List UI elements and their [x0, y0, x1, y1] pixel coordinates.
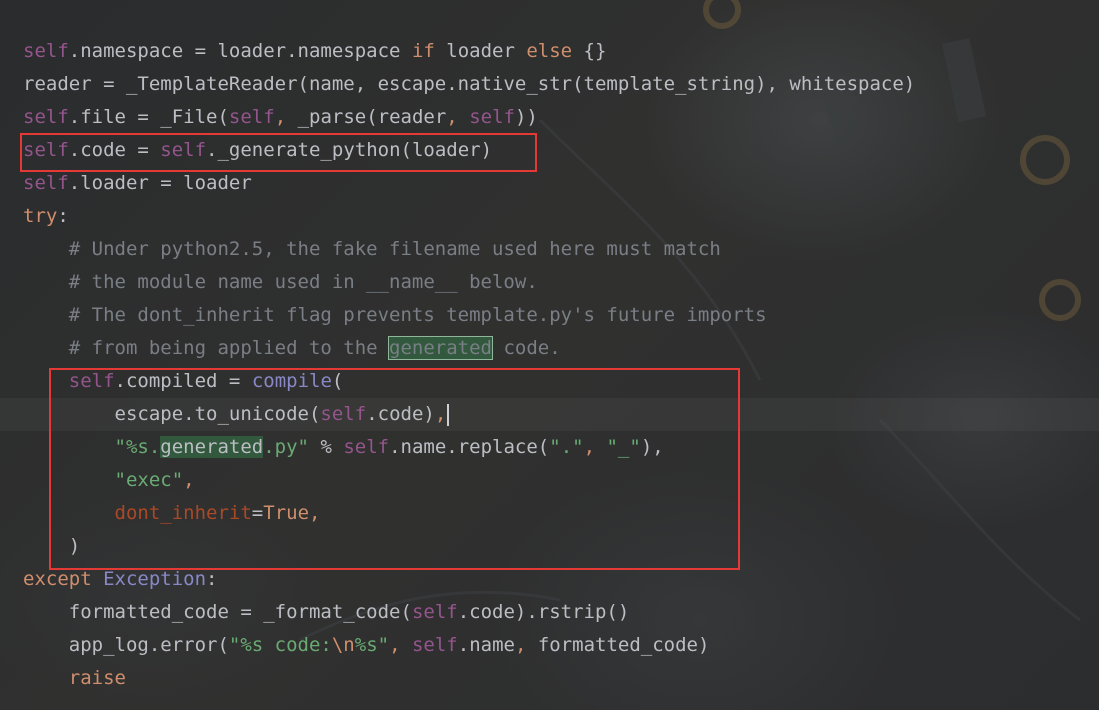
- code-token: \n: [331, 634, 355, 656]
- code-line-text: self.namespace = loader.namespace if loa…: [23, 35, 606, 68]
- code-token: :: [206, 568, 218, 590]
- code-token: self: [23, 106, 69, 128]
- code-token: reader = _TemplateReader(name, escape.na…: [23, 73, 916, 95]
- code-token: {}: [572, 40, 607, 62]
- code-line[interactable]: app_log.error("%s code:\n%s", self.name,…: [0, 629, 1099, 662]
- code-line[interactable]: raise: [0, 662, 1099, 695]
- code-token: self: [228, 106, 275, 128]
- code-line[interactable]: # The dont_inherit flag prevents templat…: [0, 299, 1099, 332]
- code-line-text: raise: [23, 662, 126, 695]
- code-token: else: [526, 40, 573, 62]
- code-line-text: reader = _TemplateReader(name, escape.na…: [23, 68, 915, 101]
- code-token: formatted_code): [526, 634, 710, 656]
- code-line[interactable]: reader = _TemplateReader(name, escape.na…: [0, 68, 1099, 101]
- code-line-text: formatted_code = _format_code(self.code)…: [23, 596, 630, 629]
- code-line[interactable]: # the module name used in __name__ below…: [0, 266, 1099, 299]
- code-token: self: [469, 106, 515, 128]
- code-token: "%s code:: [228, 634, 332, 656]
- code-token: _parse(reader: [286, 106, 447, 128]
- code-token: loader: [434, 40, 527, 62]
- code-token: if: [411, 40, 435, 62]
- code-token: self: [23, 40, 69, 62]
- code-token: # the module name used in __name__ below…: [23, 271, 538, 293]
- code-line[interactable]: # from being applied to the generated co…: [0, 332, 1099, 365]
- code-token: Exception: [103, 568, 207, 590]
- code-token: # from being applied to the: [23, 337, 390, 359]
- code-token: ,: [446, 106, 458, 128]
- code-token: .name: [457, 634, 515, 656]
- code-line-text: # the module name used in __name__ below…: [23, 266, 538, 299]
- code-token: .loader = loader: [68, 172, 252, 194]
- code-editor[interactable]: self.namespace = loader.namespace if loa…: [0, 0, 1099, 710]
- code-token: self: [411, 634, 458, 656]
- code-token: )): [514, 106, 538, 128]
- annotation-box-generate-python: [20, 133, 537, 172]
- code-token: ,: [514, 634, 527, 656]
- code-line-text: # from being applied to the generated co…: [23, 332, 561, 365]
- code-token: self: [23, 172, 69, 194]
- code-token: self: [411, 601, 458, 623]
- code-token: .file = _File(: [68, 106, 229, 128]
- code-token: ,: [389, 634, 401, 656]
- code-token: # Under python2.5, the fake filename use…: [23, 238, 721, 260]
- code-token: formatted_code = _format_code(: [23, 601, 412, 623]
- code-line[interactable]: # Under python2.5, the fake filename use…: [0, 233, 1099, 266]
- code-token: # The dont_inherit flag prevents templat…: [23, 304, 767, 326]
- code-token: ,: [274, 106, 287, 128]
- code-line-text: # Under python2.5, the fake filename use…: [23, 233, 721, 266]
- code-line-text: try:: [23, 200, 69, 233]
- annotation-box-compile-call: [49, 368, 740, 570]
- code-line-text: self.file = _File(self, _parse(reader, s…: [23, 101, 538, 134]
- code-token: try: [23, 205, 58, 227]
- code-token: :: [57, 205, 69, 227]
- code-token: .code).rstrip(): [457, 601, 630, 623]
- code-line-text: # The dont_inherit flag prevents templat…: [23, 299, 767, 332]
- code-line[interactable]: try:: [0, 200, 1099, 233]
- code-line-text: app_log.error("%s code:\n%s", self.name,…: [23, 629, 710, 662]
- code-line[interactable]: self.namespace = loader.namespace if loa…: [0, 35, 1099, 68]
- code-token: generated: [388, 336, 493, 360]
- code-token: .namespace = loader.namespace: [68, 40, 412, 62]
- code-token: app_log.error(: [23, 634, 229, 656]
- code-token: except: [23, 568, 92, 590]
- code-token: raise: [68, 667, 126, 689]
- code-token: code.: [492, 337, 561, 359]
- code-line[interactable]: formatted_code = _format_code(self.code)…: [0, 596, 1099, 629]
- code-line[interactable]: self.file = _File(self, _parse(reader, s…: [0, 101, 1099, 134]
- code-token: %s": [354, 634, 390, 656]
